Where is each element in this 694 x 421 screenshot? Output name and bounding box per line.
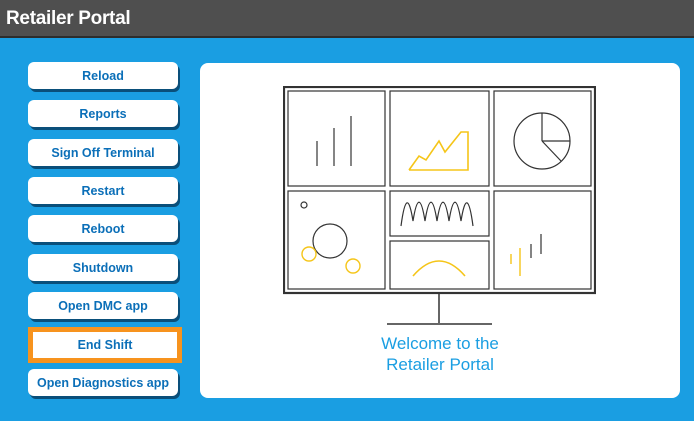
reports-button[interactable]: Reports bbox=[28, 100, 178, 127]
main-content: Reload Reports Sign Off Terminal Restart… bbox=[0, 38, 694, 421]
welcome-panel: Welcome to the Retailer Portal bbox=[200, 63, 680, 398]
app-title: Retailer Portal bbox=[6, 8, 131, 29]
welcome-message: Welcome to the Retailer Portal bbox=[200, 333, 680, 375]
title-bar: Retailer Portal bbox=[0, 0, 694, 38]
sidebar: Reload Reports Sign Off Terminal Restart… bbox=[0, 38, 195, 421]
welcome-line-2: Retailer Portal bbox=[386, 355, 494, 374]
welcome-line-1: Welcome to the bbox=[381, 334, 499, 353]
end-shift-button[interactable]: End Shift bbox=[28, 327, 182, 363]
retailer-portal-window: Retailer Portal Reload Reports Sign Off … bbox=[0, 0, 694, 421]
sign-off-terminal-button[interactable]: Sign Off Terminal bbox=[28, 139, 178, 166]
restart-button[interactable]: Restart bbox=[28, 177, 178, 204]
shutdown-button[interactable]: Shutdown bbox=[28, 254, 178, 281]
reload-button[interactable]: Reload bbox=[28, 62, 178, 89]
open-diagnostics-app-button[interactable]: Open Diagnostics app bbox=[28, 369, 178, 396]
dashboard-monitor-icon bbox=[283, 86, 596, 325]
reboot-button[interactable]: Reboot bbox=[28, 215, 178, 242]
open-dmc-app-button[interactable]: Open DMC app bbox=[28, 292, 178, 319]
